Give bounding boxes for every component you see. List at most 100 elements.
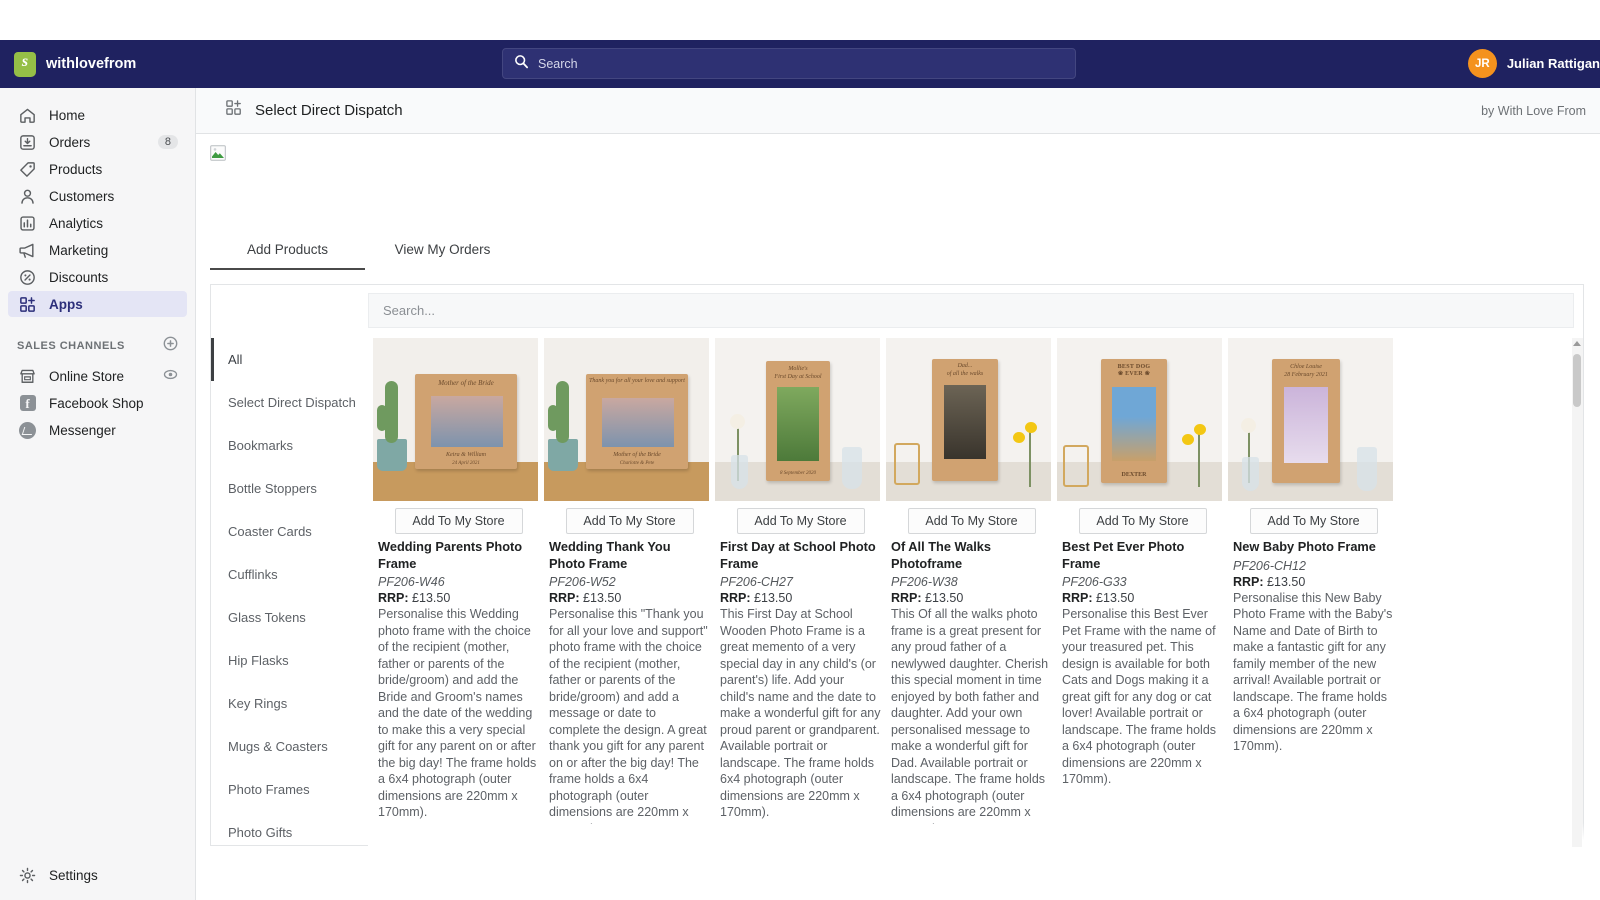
sidebar-item-home[interactable]: Home (8, 102, 187, 128)
category-item-bookmarks[interactable]: Bookmarks (211, 424, 367, 467)
sidebar-item-online-store[interactable]: Online Store (8, 363, 187, 389)
product-title: Best Pet Ever Photo Frame (1062, 539, 1185, 571)
category-item-coaster-cards[interactable]: Coaster Cards (211, 510, 367, 553)
messenger-icon (17, 420, 38, 441)
product-card[interactable]: Mother of the Bride Keira & William 24 A… (373, 338, 544, 824)
product-rrp: RRP: £13.50 (549, 591, 710, 605)
product-title: Wedding Parents Photo Frame (378, 539, 523, 571)
category-item-glass-tokens[interactable]: Glass Tokens (211, 596, 367, 639)
add-to-my-store-button[interactable]: Add To My Store (736, 508, 865, 534)
product-card[interactable]: Thank you for all your love and support … (544, 338, 715, 824)
product-sku: PF206-W46 (378, 575, 445, 590)
product-card[interactable]: Chloe Louise 28 February 2021 Add To My S… (1228, 338, 1399, 824)
discounts-percent-icon (17, 267, 38, 288)
app-body: Add Products View My Orders Search... Al… (196, 134, 1600, 900)
top-bar: withlovefrom Search JR Julian Rattigan (0, 40, 1600, 88)
product-description: Personalise this Best Ever Pet Frame wit… (1062, 607, 1217, 787)
sidebar-item-label: Messenger (49, 422, 116, 438)
product-rrp: RRP: £13.50 (891, 591, 1052, 605)
facebook-icon: f (17, 393, 38, 414)
analytics-bar-icon (17, 213, 38, 234)
product-title: Of All The Walks Photoframe (891, 539, 992, 571)
sidebar-item-label: Customers (49, 188, 115, 204)
scrollbar-thumb[interactable] (1573, 354, 1581, 407)
sidebar-item-marketing[interactable]: Marketing (8, 237, 187, 263)
product-grid-scrollbar[interactable] (1572, 338, 1582, 847)
sidebar-item-products[interactable]: Products (8, 156, 187, 182)
brand-block[interactable]: withlovefrom (0, 51, 196, 77)
product-search-input[interactable]: Search... (368, 293, 1574, 328)
sidebar-item-messenger[interactable]: Messenger (8, 417, 187, 443)
sidebar-item-label: Discounts (49, 269, 109, 285)
tab-view-my-orders[interactable]: View My Orders (365, 242, 520, 270)
sidebar-item-label: Online Store (49, 368, 125, 384)
product-description: This Of all the walks photo frame is a g… (891, 607, 1049, 824)
product-card[interactable]: BEST DOG ❀ EVER ❀ DEXTER Add To My Store … (1057, 338, 1228, 824)
category-list: All Select Direct Dispatch Bookmarks Bot… (211, 338, 367, 847)
rrp-value: £13.50 (925, 591, 964, 606)
product-search-placeholder: Search... (383, 303, 436, 318)
product-image: Mollie's First Day at School 8 September … (715, 338, 880, 501)
orders-badge: 8 (157, 135, 178, 149)
product-image: Dad... of all the walks (886, 338, 1051, 501)
rrp-label: RRP: (378, 591, 409, 606)
avatar: JR (1467, 49, 1497, 78)
home-icon (17, 105, 38, 126)
sidebar-item-label: Orders (49, 134, 91, 150)
product-rrp: RRP: £13.50 (1062, 591, 1223, 605)
page-title: Select Direct Dispatch (255, 102, 403, 119)
category-item-photo-gifts[interactable]: Photo Gifts (211, 811, 367, 847)
product-rrp: RRP: £13.50 (720, 591, 881, 605)
shopify-logo-icon (14, 51, 36, 77)
product-description: This First Day at School Wooden Photo Fr… (720, 607, 881, 820)
rrp-label: RRP: (1233, 574, 1264, 589)
product-rrp: RRP: £13.50 (1233, 575, 1394, 589)
customers-person-icon (17, 186, 38, 207)
eye-icon[interactable] (163, 367, 178, 385)
product-sku: PF206-CH27 (720, 575, 793, 590)
product-card[interactable]: Dad... of all the walks Add To My Store O… (886, 338, 1057, 824)
rrp-label: RRP: (891, 591, 922, 606)
global-search-input[interactable]: Search (502, 48, 1076, 79)
product-image: Chloe Louise 28 February 2021 (1228, 338, 1393, 501)
sidebar-item-apps[interactable]: Apps (8, 291, 187, 317)
gear-icon (17, 865, 38, 886)
product-image: Thank you for all your love and support … (544, 338, 709, 501)
add-to-my-store-button[interactable]: Add To My Store (907, 508, 1036, 534)
scroll-up-arrow-icon[interactable] (1573, 341, 1581, 346)
category-item-select-direct-dispatch[interactable]: Select Direct Dispatch (211, 381, 367, 424)
category-item-mugs-coasters[interactable]: Mugs & Coasters (211, 725, 367, 768)
sidebar-item-orders[interactable]: Orders 8 (8, 129, 187, 155)
add-to-my-store-button[interactable]: Add To My Store (1249, 508, 1378, 534)
user-name: Julian Rattigan (1506, 56, 1600, 71)
category-item-hip-flasks[interactable]: Hip Flasks (211, 639, 367, 682)
tab-add-products[interactable]: Add Products (210, 242, 365, 270)
sidebar-item-settings[interactable]: Settings (0, 865, 195, 886)
add-to-my-store-button[interactable]: Add To My Store (1078, 508, 1207, 534)
sidebar-item-analytics[interactable]: Analytics (8, 210, 187, 236)
rrp-label: RRP: (720, 591, 751, 606)
settings-label: Settings (49, 868, 98, 883)
add-to-my-store-button[interactable]: Add To My Store (565, 508, 694, 534)
add-to-my-store-button[interactable]: Add To My Store (394, 508, 523, 534)
product-title: New Baby Photo Frame (1233, 539, 1376, 554)
sidebar-item-customers[interactable]: Customers (8, 183, 187, 209)
category-item-key-rings[interactable]: Key Rings (211, 682, 367, 725)
add-channel-icon[interactable] (163, 336, 178, 356)
global-search-placeholder: Search (538, 56, 578, 71)
category-item-all[interactable]: All (211, 338, 367, 381)
rrp-value: £13.50 (583, 591, 622, 606)
storefront-icon (17, 366, 38, 387)
sidebar-item-discounts[interactable]: Discounts (8, 264, 187, 290)
user-menu[interactable]: JR Julian Rattigan (1467, 49, 1600, 78)
rrp-value: £13.50 (412, 591, 451, 606)
sidebar-item-facebook-shop[interactable]: f Facebook Shop (8, 390, 187, 416)
category-item-photo-frames[interactable]: Photo Frames (211, 768, 367, 811)
product-grid: Mother of the Bride Keira & William 24 A… (368, 338, 1585, 847)
orders-icon (17, 132, 38, 153)
category-item-bottle-stoppers[interactable]: Bottle Stoppers (211, 467, 367, 510)
category-item-cufflinks[interactable]: Cufflinks (211, 553, 367, 596)
product-sku: PF206-W52 (549, 575, 616, 590)
product-card[interactable]: Mollie's First Day at School 8 September … (715, 338, 886, 824)
rrp-label: RRP: (549, 591, 580, 606)
